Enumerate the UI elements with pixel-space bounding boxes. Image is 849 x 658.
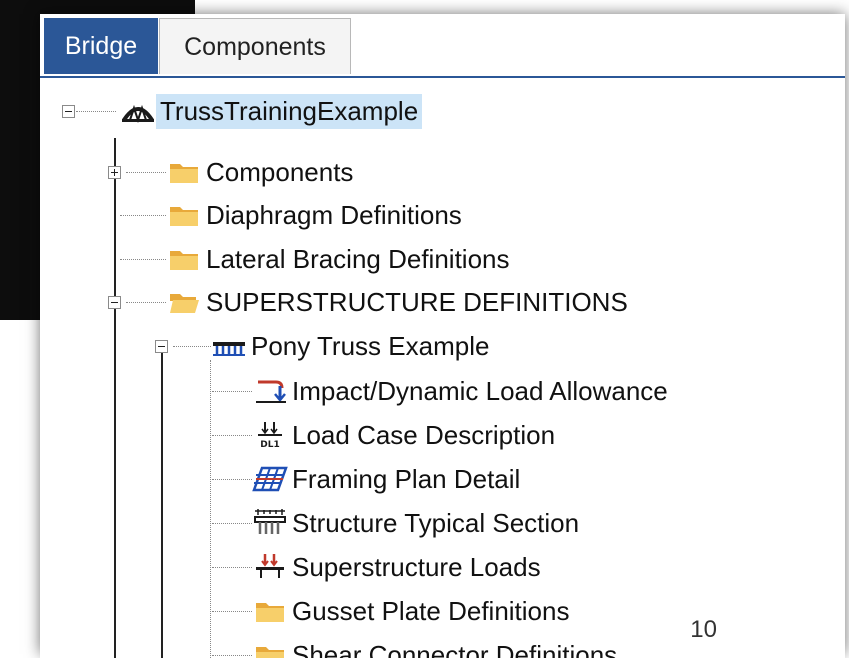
tree-item-impact-dynamic-load-allowance[interactable]: Impact/Dynamic Load Allowance (252, 372, 672, 410)
folder-open-icon (166, 285, 202, 319)
tree-item-superstructure-definitions[interactable]: SUPERSTRUCTURE DEFINITIONS (166, 283, 632, 321)
expand-components-toggle[interactable] (108, 166, 121, 179)
folder-icon (166, 155, 202, 189)
tree-item-label: Gusset Plate Definitions (288, 594, 573, 629)
framing-plan-icon (252, 462, 288, 496)
tree-item-label: Structure Typical Section (288, 506, 583, 541)
tree-item-label: Components (202, 155, 357, 190)
tab-bridge[interactable]: Bridge (44, 18, 158, 74)
bridge-tree: TrussTrainingExample Components Diaphrag… (40, 78, 845, 658)
tree-item-shear-connector-definitions[interactable]: Shear Connector Definitions (252, 636, 621, 658)
tree-item-label: Pony Truss Example (247, 329, 493, 364)
collapse-root-toggle[interactable] (62, 105, 75, 118)
folder-icon (166, 242, 202, 276)
load-case-icon: DL1 (252, 418, 288, 452)
tree-item-root[interactable]: TrussTrainingExample (120, 92, 422, 130)
typical-section-icon (252, 506, 288, 540)
tree-connector (173, 346, 211, 347)
tree-item-framing-plan-detail[interactable]: Framing Plan Detail (252, 460, 524, 498)
tree-connector (212, 523, 252, 524)
tree-line-level1 (114, 138, 116, 658)
tree-item-label: SUPERSTRUCTURE DEFINITIONS (202, 285, 632, 320)
tree-item-diaphragm-definitions[interactable]: Diaphragm Definitions (166, 196, 466, 234)
tree-item-label: Lateral Bracing Definitions (202, 242, 514, 277)
tab-components[interactable]: Components (159, 18, 351, 74)
tree-connector (212, 479, 252, 480)
tree-item-label: TrussTrainingExample (156, 94, 422, 129)
superstructure-loads-icon (252, 550, 288, 584)
tree-connector (212, 567, 252, 568)
tree-connector (76, 111, 116, 112)
tree-item-pony-truss-example[interactable]: Pony Truss Example (211, 327, 493, 365)
tree-item-lateral-bracing-definitions[interactable]: Lateral Bracing Definitions (166, 240, 514, 278)
tree-item-label: Impact/Dynamic Load Allowance (288, 374, 672, 409)
pony-truss-icon (211, 329, 247, 363)
tree-connector (120, 215, 166, 216)
tab-bar: Bridge Components (40, 14, 845, 78)
tree-connector (120, 259, 166, 260)
impact-load-icon (252, 374, 288, 408)
tree-connector (126, 302, 166, 303)
tree-item-label: Superstructure Loads (288, 550, 545, 585)
page-number: 10 (688, 616, 719, 644)
svg-text:DL1: DL1 (260, 440, 279, 450)
collapse-pony-truss-toggle[interactable] (155, 340, 168, 353)
tree-connector (212, 611, 252, 612)
tree-item-label: Shear Connector Definitions (288, 638, 621, 658)
folder-icon (252, 594, 288, 628)
bridge-explorer-panel: Bridge Components (40, 14, 845, 654)
tree-connector (212, 435, 252, 436)
tree-line-level2 (161, 348, 163, 658)
tree-line-level3 (210, 360, 211, 658)
tree-connector (126, 172, 166, 173)
tree-item-superstructure-loads[interactable]: Superstructure Loads (252, 548, 545, 586)
folder-icon (166, 198, 202, 232)
tree-item-load-case-description[interactable]: DL1 Load Case Description (252, 416, 559, 454)
tree-connector (212, 391, 252, 392)
tree-item-structure-typical-section[interactable]: Structure Typical Section (252, 504, 583, 542)
tree-item-label: Framing Plan Detail (288, 462, 524, 497)
truss-bridge-icon (120, 94, 156, 128)
tree-item-gusset-plate-definitions[interactable]: Gusset Plate Definitions (252, 592, 573, 630)
tree-item-label: Diaphragm Definitions (202, 198, 466, 233)
folder-icon (252, 638, 288, 658)
tree-connector (212, 655, 252, 656)
tree-item-components[interactable]: Components (166, 153, 357, 191)
tree-item-label: Load Case Description (288, 418, 559, 453)
collapse-superstructure-toggle[interactable] (108, 296, 121, 309)
